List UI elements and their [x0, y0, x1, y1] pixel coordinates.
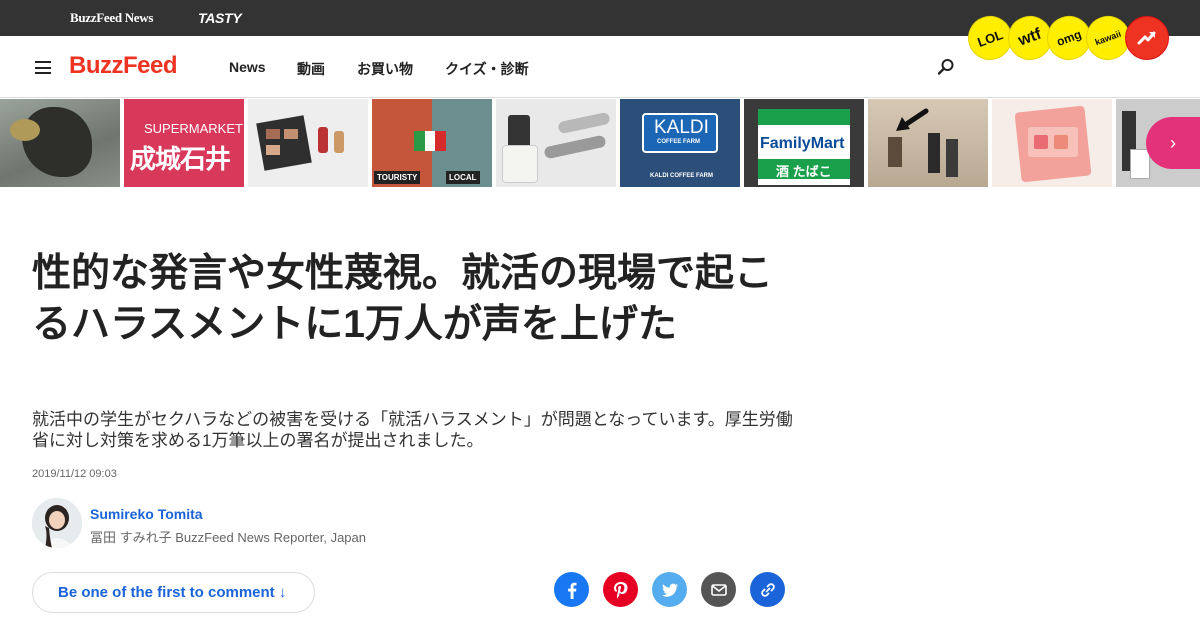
pinterest-icon [613, 581, 627, 598]
local-label: LOCAL [446, 171, 480, 184]
carousel-item-2[interactable]: SUPERMARKET 成城石井 [124, 99, 244, 187]
carousel-item-3[interactable] [248, 99, 368, 187]
share-twitter-button[interactable] [652, 572, 687, 607]
author-name-link[interactable]: Sumireko Tomita [90, 506, 203, 522]
carousel-item-1[interactable] [0, 99, 120, 187]
trending-carousel: SUPERMARKET 成城石井 TOURISTY LOCAL KALDI CO… [0, 99, 1200, 187]
seijo-label: 成城石井 [130, 144, 231, 174]
carousel-item-6[interactable]: KALDI COFFEE FARM KALDI COFFEE FARM [620, 99, 740, 187]
share-email-button[interactable] [701, 572, 736, 607]
familymart-sub-label: 酒 たばこ [776, 164, 832, 179]
comment-button[interactable]: Be one of the first to comment ↓ [32, 572, 315, 613]
familymart-label: FamilyMart [760, 135, 845, 152]
kaldi-sub-label: COFFEE FARM [657, 139, 700, 145]
share-pinterest-button[interactable] [603, 572, 638, 607]
share-facebook-button[interactable] [554, 572, 589, 607]
article-dek: 就活中の学生がセクハラなどの被害を受ける「就活ハラスメント」が問題となっています… [32, 410, 793, 450]
carousel-item-9[interactable] [992, 99, 1112, 187]
buzzfeed-news-link[interactable]: BuzzFeed News [70, 10, 153, 26]
menu-icon[interactable] [35, 61, 51, 74]
carousel-next-button[interactable]: › [1146, 117, 1200, 169]
kaldi-label: KALDI [654, 117, 709, 138]
touristy-label: TOURISTY [374, 171, 421, 184]
article-headline: 性的な発言や女性蔑視。就活の現場で起こるハラスメントに1万人が声を上げた [32, 252, 774, 346]
share-copy-link-button[interactable] [750, 572, 785, 607]
kaldi-sign-label: KALDI COFFEE FARM [650, 173, 713, 179]
carousel-item-7[interactable]: FamilyMart 酒 たばこ [744, 99, 864, 187]
tasty-link[interactable]: TASTY [198, 10, 242, 26]
nav-shopping[interactable]: お買い物 [357, 59, 413, 79]
link-icon [760, 582, 775, 597]
facebook-icon [567, 582, 576, 599]
author-avatar[interactable] [32, 498, 82, 548]
search-icon[interactable] [937, 58, 955, 76]
author-title: 冨田 すみれ子 BuzzFeed News Reporter, Japan [90, 530, 366, 545]
carousel-item-8[interactable] [868, 99, 988, 187]
buzzfeed-logo[interactable]: BuzzFeed [69, 52, 178, 80]
publish-timestamp: 2019/11/12 09:03 [32, 468, 117, 480]
supermarket-label: SUPERMARKET [144, 121, 243, 136]
carousel-item-4[interactable]: TOURISTY LOCAL [372, 99, 492, 187]
nav-video[interactable]: 動画 [297, 59, 325, 79]
mail-icon [710, 583, 727, 596]
nav-news[interactable]: News [229, 59, 266, 75]
author-photo [32, 498, 82, 548]
twitter-icon [661, 583, 678, 597]
site-header: BuzzFeed News 動画 お買い物 クイズ・診断 [0, 36, 1200, 98]
arrow-annotation-icon [888, 108, 958, 177]
nav-quiz[interactable]: クイズ・診断 [445, 59, 529, 79]
carousel-item-5[interactable] [496, 99, 616, 187]
